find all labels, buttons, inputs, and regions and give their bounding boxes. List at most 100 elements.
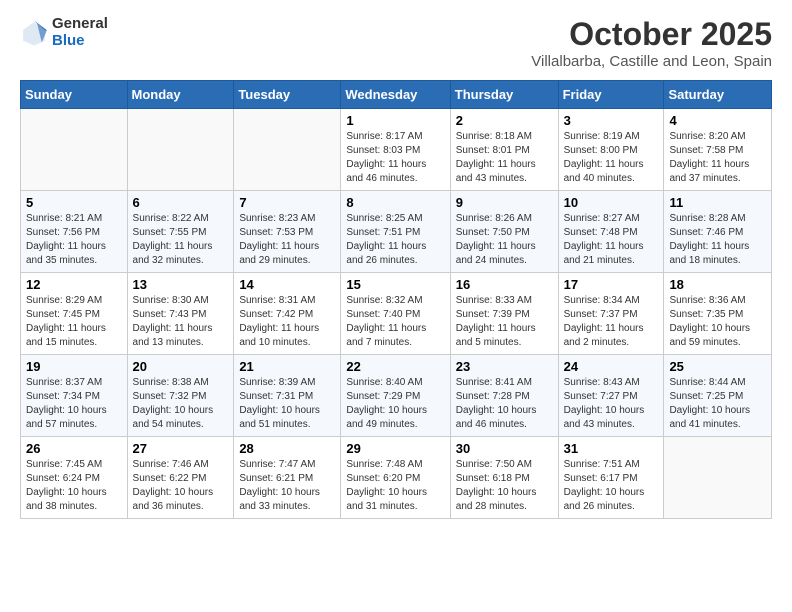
day-number: 25 (669, 359, 766, 374)
day-info: Sunrise: 8:22 AM Sunset: 7:55 PM Dayligh… (133, 212, 229, 268)
calendar-table: SundayMondayTuesdayWednesdayThursdayFrid… (20, 80, 772, 519)
calendar-cell: 6 Sunrise: 8:22 AM Sunset: 7:55 PM Daylig… (127, 191, 234, 273)
calendar-cell: 9 Sunrise: 8:26 AM Sunset: 7:50 PM Daylig… (450, 191, 558, 273)
day-info: Sunrise: 7:45 AM Sunset: 6:24 PM Dayligh… (26, 458, 122, 514)
calendar-week-row: 12 Sunrise: 8:29 AM Sunset: 7:45 PM Dayli… (21, 273, 772, 355)
calendar-cell: 16 Sunrise: 8:33 AM Sunset: 7:39 PM Dayli… (450, 273, 558, 355)
day-number: 4 (669, 113, 766, 128)
weekday-header-monday: Monday (127, 81, 234, 109)
calendar-cell (21, 109, 128, 191)
day-number: 23 (456, 359, 553, 374)
calendar-cell: 18 Sunrise: 8:36 AM Sunset: 7:35 PM Dayli… (664, 273, 772, 355)
calendar-cell (664, 437, 772, 519)
calendar-cell: 13Sunrise: 8:30 AM Sunset: 7:43 PM Dayli… (127, 273, 234, 355)
day-info: Sunrise: 7:48 AM Sunset: 6:20 PM Dayligh… (346, 458, 444, 514)
day-number: 1 (346, 113, 444, 128)
logo-blue-text: Blue (52, 33, 108, 50)
day-number: 15 (346, 277, 444, 292)
day-info: Sunrise: 8:32 AM Sunset: 7:40 PM Dayligh… (346, 294, 444, 350)
calendar-week-row: 5 Sunrise: 8:21 AM Sunset: 7:56 PM Daylig… (21, 191, 772, 273)
month-title: October 2025 (531, 16, 772, 53)
calendar-week-row: 26 Sunrise: 7:45 AM Sunset: 6:24 PM Dayli… (21, 437, 772, 519)
day-number: 5 (26, 195, 122, 210)
day-info: Sunrise: 8:18 AM Sunset: 8:01 PM Dayligh… (456, 130, 553, 186)
day-number: 10 (564, 195, 659, 210)
day-info: Sunrise: 7:51 AM Sunset: 6:17 PM Dayligh… (564, 458, 659, 514)
calendar-cell: 19 Sunrise: 8:37 AM Sunset: 7:34 PM Dayli… (21, 355, 128, 437)
calendar-week-row: 19 Sunrise: 8:37 AM Sunset: 7:34 PM Dayli… (21, 355, 772, 437)
logo-text: General Blue (52, 16, 108, 49)
location-text: Villalbarba, Castille and Leon, Spain (531, 53, 772, 70)
day-number: 20 (133, 359, 229, 374)
day-number: 14 (239, 277, 335, 292)
day-info: Sunrise: 7:47 AM Sunset: 6:21 PM Dayligh… (239, 458, 335, 514)
day-number: 6 (133, 195, 229, 210)
title-block: October 2025 Villalbarba, Castille and L… (531, 16, 772, 70)
calendar-cell: 15 Sunrise: 8:32 AM Sunset: 7:40 PM Dayli… (341, 273, 450, 355)
day-number: 22 (346, 359, 444, 374)
calendar-cell: 17Sunrise: 8:34 AM Sunset: 7:37 PM Dayli… (558, 273, 664, 355)
weekday-header-thursday: Thursday (450, 81, 558, 109)
day-number: 12 (26, 277, 122, 292)
day-info: Sunrise: 8:20 AM Sunset: 7:58 PM Dayligh… (669, 130, 766, 186)
day-number: 19 (26, 359, 122, 374)
calendar-cell: 29 Sunrise: 7:48 AM Sunset: 6:20 PM Dayli… (341, 437, 450, 519)
weekday-header-wednesday: Wednesday (341, 81, 450, 109)
logo-general-text: General (52, 16, 108, 33)
day-info: Sunrise: 8:37 AM Sunset: 7:34 PM Dayligh… (26, 376, 122, 432)
day-number: 7 (239, 195, 335, 210)
day-number: 24 (564, 359, 659, 374)
day-number: 3 (564, 113, 659, 128)
calendar-cell (127, 109, 234, 191)
day-info: Sunrise: 8:38 AM Sunset: 7:32 PM Dayligh… (133, 376, 229, 432)
calendar-cell: 25Sunrise: 8:44 AM Sunset: 7:25 PM Dayli… (664, 355, 772, 437)
day-number: 26 (26, 441, 122, 456)
day-number: 11 (669, 195, 766, 210)
day-number: 29 (346, 441, 444, 456)
day-info: Sunrise: 8:33 AM Sunset: 7:39 PM Dayligh… (456, 294, 553, 350)
day-info: Sunrise: 8:28 AM Sunset: 7:46 PM Dayligh… (669, 212, 766, 268)
calendar-cell: 30 Sunrise: 7:50 AM Sunset: 6:18 PM Dayli… (450, 437, 558, 519)
day-info: Sunrise: 8:43 AM Sunset: 7:27 PM Dayligh… (564, 376, 659, 432)
day-number: 21 (239, 359, 335, 374)
calendar-cell: 31Sunrise: 7:51 AM Sunset: 6:17 PM Dayli… (558, 437, 664, 519)
day-info: Sunrise: 8:27 AM Sunset: 7:48 PM Dayligh… (564, 212, 659, 268)
day-info: Sunrise: 7:46 AM Sunset: 6:22 PM Dayligh… (133, 458, 229, 514)
calendar-cell: 24 Sunrise: 8:43 AM Sunset: 7:27 PM Dayli… (558, 355, 664, 437)
day-info: Sunrise: 8:21 AM Sunset: 7:56 PM Dayligh… (26, 212, 122, 268)
calendar-cell: 23 Sunrise: 8:41 AM Sunset: 7:28 PM Dayli… (450, 355, 558, 437)
calendar-cell: 1Sunrise: 8:17 AM Sunset: 8:03 PM Daylig… (341, 109, 450, 191)
weekday-header-tuesday: Tuesday (234, 81, 341, 109)
calendar-week-row: 1Sunrise: 8:17 AM Sunset: 8:03 PM Daylig… (21, 109, 772, 191)
calendar-cell (234, 109, 341, 191)
calendar-cell: 27 Sunrise: 7:46 AM Sunset: 6:22 PM Dayli… (127, 437, 234, 519)
day-number: 9 (456, 195, 553, 210)
day-info: Sunrise: 8:36 AM Sunset: 7:35 PM Dayligh… (669, 294, 766, 350)
logo-icon (20, 19, 48, 47)
day-number: 16 (456, 277, 553, 292)
calendar-cell: 21Sunrise: 8:39 AM Sunset: 7:31 PM Dayli… (234, 355, 341, 437)
day-info: Sunrise: 8:26 AM Sunset: 7:50 PM Dayligh… (456, 212, 553, 268)
calendar-cell: 7 Sunrise: 8:23 AM Sunset: 7:53 PM Daylig… (234, 191, 341, 273)
calendar-cell: 4 Sunrise: 8:20 AM Sunset: 7:58 PM Daylig… (664, 109, 772, 191)
day-number: 2 (456, 113, 553, 128)
weekday-header-friday: Friday (558, 81, 664, 109)
day-info: Sunrise: 8:23 AM Sunset: 7:53 PM Dayligh… (239, 212, 335, 268)
day-info: Sunrise: 7:50 AM Sunset: 6:18 PM Dayligh… (456, 458, 553, 514)
day-number: 17 (564, 277, 659, 292)
day-number: 27 (133, 441, 229, 456)
weekday-header-sunday: Sunday (21, 81, 128, 109)
calendar-cell: 20 Sunrise: 8:38 AM Sunset: 7:32 PM Dayli… (127, 355, 234, 437)
calendar-cell: 2 Sunrise: 8:18 AM Sunset: 8:01 PM Daylig… (450, 109, 558, 191)
day-number: 30 (456, 441, 553, 456)
day-number: 18 (669, 277, 766, 292)
calendar-cell: 12 Sunrise: 8:29 AM Sunset: 7:45 PM Dayli… (21, 273, 128, 355)
weekday-header-saturday: Saturday (664, 81, 772, 109)
calendar-cell: 3Sunrise: 8:19 AM Sunset: 8:00 PM Daylig… (558, 109, 664, 191)
calendar-cell: 10 Sunrise: 8:27 AM Sunset: 7:48 PM Dayli… (558, 191, 664, 273)
day-info: Sunrise: 8:41 AM Sunset: 7:28 PM Dayligh… (456, 376, 553, 432)
calendar-cell: 26 Sunrise: 7:45 AM Sunset: 6:24 PM Dayli… (21, 437, 128, 519)
day-info: Sunrise: 8:29 AM Sunset: 7:45 PM Dayligh… (26, 294, 122, 350)
page-header: General Blue October 2025 Villalbarba, C… (20, 16, 772, 70)
weekday-header-row: SundayMondayTuesdayWednesdayThursdayFrid… (21, 81, 772, 109)
